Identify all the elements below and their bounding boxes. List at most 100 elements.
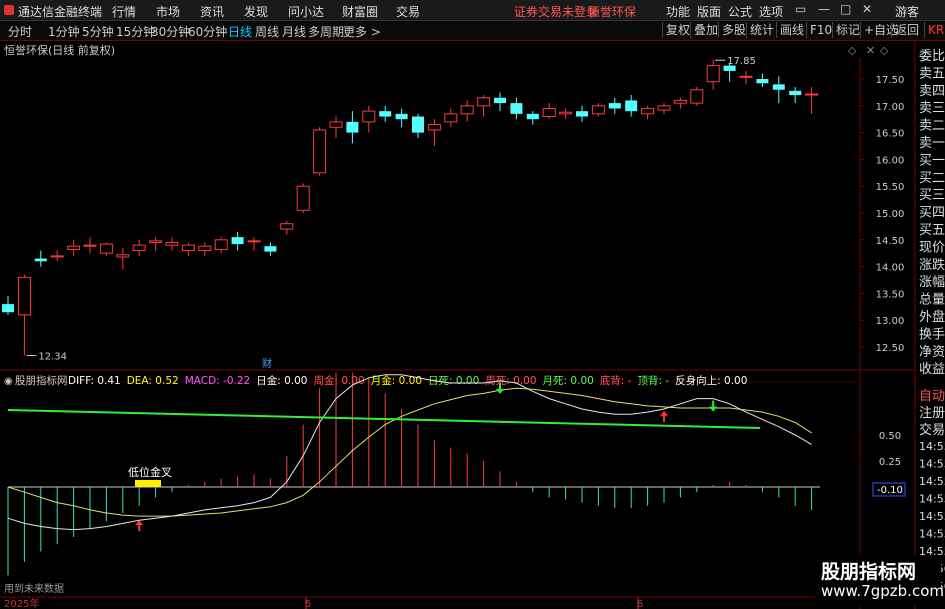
f10-button[interactable]: F10: [806, 22, 835, 38]
menu-options[interactable]: 选项: [759, 3, 783, 20]
menu-news[interactable]: 资讯: [200, 3, 224, 20]
candle-body[interactable]: [789, 90, 802, 96]
candle-body[interactable]: [576, 111, 588, 117]
maximize-icon[interactable]: □: [840, 2, 851, 16]
period-15min[interactable]: 15分钟: [116, 23, 155, 40]
candle-body[interactable]: [395, 113, 408, 120]
candle-body[interactable]: [625, 100, 638, 112]
candle-body[interactable]: [280, 223, 294, 230]
candle-body[interactable]: [34, 258, 47, 262]
candle-body[interactable]: [739, 75, 753, 78]
candle-body[interactable]: [510, 103, 523, 114]
guest-label[interactable]: 游客: [895, 3, 919, 20]
side-panel-item[interactable]: 买二: [919, 171, 945, 186]
minimize-icon[interactable]: —: [818, 2, 830, 16]
candle-body[interactable]: [526, 113, 539, 120]
candle-body[interactable]: [444, 113, 458, 123]
adjust-button[interactable]: 复权: [662, 22, 693, 38]
period-30min[interactable]: 30分钟: [151, 23, 190, 40]
candle-body[interactable]: [116, 254, 130, 258]
candle-body[interactable]: [264, 246, 277, 252]
candle-body[interactable]: [690, 89, 704, 104]
menu-layout[interactable]: 版面: [697, 3, 721, 20]
side-panel-item[interactable]: 卖一: [919, 136, 945, 151]
period-5min[interactable]: 5分钟: [82, 23, 114, 40]
menu-discover[interactable]: 发现: [244, 3, 268, 20]
period-1min[interactable]: 1分钟: [48, 23, 80, 40]
candle-body[interactable]: [313, 129, 327, 174]
side-panel-item[interactable]: 委比: [919, 49, 945, 64]
menu-wealth[interactable]: 财富圈: [342, 3, 378, 20]
candle-body[interactable]: [17, 276, 31, 316]
candle-body[interactable]: [706, 65, 720, 83]
mark-button[interactable]: 标记: [832, 22, 863, 38]
candle-body[interactable]: [494, 97, 506, 104]
period-weekly[interactable]: 周线: [255, 23, 279, 40]
candle-body[interactable]: [149, 240, 163, 243]
candle-body[interactable]: [329, 121, 343, 128]
side-panel-item[interactable]: 换手: [919, 327, 945, 342]
side-panel-action[interactable]: 交易: [919, 422, 945, 438]
side-panel-item[interactable]: 涨跌: [919, 257, 945, 273]
period-daily[interactable]: 日线: [228, 23, 252, 40]
candle-body[interactable]: [214, 239, 228, 250]
candle-body[interactable]: [132, 244, 146, 252]
side-panel-item[interactable]: 买一: [919, 153, 945, 168]
candle-body[interactable]: [83, 244, 97, 247]
candle-body[interactable]: [50, 255, 64, 258]
side-panel-action[interactable]: 注册: [919, 406, 945, 421]
event-marker[interactable]: 财: [262, 357, 272, 370]
candle-body[interactable]: [559, 111, 573, 115]
period-60min[interactable]: 60分钟: [188, 23, 227, 40]
menu-formula[interactable]: 公式: [728, 3, 752, 20]
side-panel-item[interactable]: 卖五: [919, 66, 945, 81]
chart-close-icon[interactable]: ✕: [866, 44, 875, 57]
side-panel-item[interactable]: 卖三: [919, 101, 945, 116]
side-panel-item[interactable]: 卖四: [919, 84, 945, 99]
indicator-name[interactable]: 股朋指标网: [15, 374, 68, 387]
candle-body[interactable]: [657, 105, 671, 111]
period-monthly[interactable]: 月线: [282, 23, 306, 40]
multi-stock-button[interactable]: 多股: [718, 22, 749, 38]
candle-body[interactable]: [477, 97, 491, 107]
candle-body[interactable]: [362, 110, 376, 123]
restore-icon[interactable]: ▭: [795, 2, 806, 16]
candle-body[interactable]: [2, 304, 14, 313]
period-more[interactable]: 更多 >: [343, 23, 381, 40]
indicator-gear-icon[interactable]: ◉: [4, 376, 13, 387]
chart-area[interactable]: 恒誉环保(日线 前复权) ◇ ✕ ◇ 17.50 17.00 16.50 16.00 1…: [0, 40, 945, 609]
side-panel-item[interactable]: 卖二: [919, 119, 945, 134]
side-panel-item[interactable]: 买五: [919, 223, 945, 238]
menu-market[interactable]: 市场: [156, 3, 180, 20]
candle-body[interactable]: [460, 105, 474, 115]
menu-function[interactable]: 功能: [666, 3, 690, 20]
candle-body[interactable]: [296, 185, 310, 211]
candle-body[interactable]: [542, 107, 556, 118]
side-panel-item[interactable]: 外盘: [919, 309, 945, 325]
candle-body[interactable]: [247, 240, 261, 243]
candle-body[interactable]: [231, 237, 244, 245]
candle-body[interactable]: [198, 245, 212, 252]
period-intraday[interactable]: 分时: [8, 23, 32, 40]
chart-gear-icon[interactable]: ◇: [848, 44, 857, 57]
menu-trade[interactable]: 交易: [396, 3, 420, 20]
candle-body[interactable]: [772, 84, 785, 90]
side-panel-action[interactable]: 自动: [919, 389, 945, 404]
side-panel-item[interactable]: 收益: [919, 362, 945, 377]
side-panel-item[interactable]: 总量: [919, 293, 945, 308]
stats-button[interactable]: 统计: [746, 22, 777, 38]
draw-line-button[interactable]: 画线: [776, 22, 807, 38]
candle-body[interactable]: [756, 79, 769, 84]
side-panel-item[interactable]: 现价: [919, 240, 945, 255]
period-multi[interactable]: 多周期: [308, 23, 344, 40]
side-panel-item[interactable]: 净资: [919, 345, 945, 360]
login-status[interactable]: 证券交易未登录: [514, 3, 598, 20]
candle-body[interactable]: [346, 121, 359, 133]
candle-body[interactable]: [412, 116, 424, 133]
menu-ask[interactable]: 问小达: [288, 3, 324, 20]
candle-body[interactable]: [427, 124, 441, 131]
candle-body[interactable]: [379, 111, 392, 117]
candle-body[interactable]: [165, 241, 179, 246]
chart-expand-icon[interactable]: ◇: [880, 44, 889, 57]
candle-body[interactable]: [641, 107, 655, 115]
